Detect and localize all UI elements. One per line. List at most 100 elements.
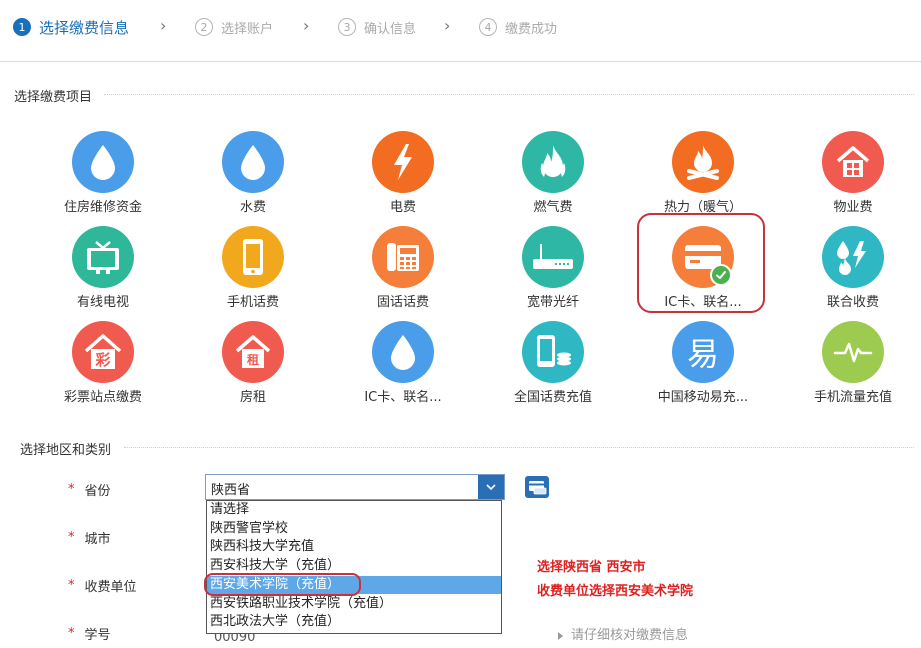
yi-icon[interactable]: 易: [672, 321, 734, 383]
chevron-down-icon[interactable]: [478, 475, 504, 499]
step-2: 2 选择账户: [195, 17, 273, 37]
fee-item[interactable]: 彩彩票站点缴费: [28, 321, 178, 411]
rent-house-icon[interactable]: 租: [222, 321, 284, 383]
step-3-number: 3: [338, 18, 356, 36]
chevron-right-icon: ›: [160, 16, 167, 35]
router-icon[interactable]: [522, 226, 584, 288]
step-1-label: 选择缴费信息: [39, 18, 130, 37]
fee-item-label: 燃气费: [533, 200, 573, 215]
lottery-house-icon[interactable]: 彩: [72, 321, 134, 383]
province-select-value: 陕西省: [211, 483, 251, 498]
fee-item[interactable]: 手机流量充值: [778, 321, 921, 411]
house-icon[interactable]: [822, 131, 884, 193]
svg-text:租: 租: [247, 353, 259, 367]
fee-item[interactable]: 物业费: [778, 131, 921, 221]
fee-item-label: 电费: [389, 200, 416, 215]
form-row-student-id: * 学号: [68, 623, 111, 643]
annotation-line-1: 选择陕西省 西安市: [537, 560, 646, 575]
combined-fee-icon[interactable]: [822, 226, 884, 288]
fee-item[interactable]: 易中国移动易充...: [628, 321, 778, 411]
dropdown-option[interactable]: 陕西科技大学充值: [207, 538, 501, 557]
province-select[interactable]: 陕西省: [205, 474, 505, 500]
fee-item-label: 彩票站点缴费: [63, 390, 142, 405]
unit-label: 收费单位: [84, 579, 137, 595]
form-row-province: * 省份: [68, 479, 111, 499]
water-drop-icon[interactable]: [372, 321, 434, 383]
fee-item[interactable]: 电费: [328, 131, 478, 221]
form-row-unit: * 收费单位: [68, 575, 137, 595]
required-mark: *: [68, 625, 75, 641]
triangle-right-icon: [558, 631, 563, 640]
fee-item-label: IC卡、联名...: [364, 390, 442, 405]
highlight-ic-card-item: [637, 213, 765, 313]
fee-item[interactable]: 住房维修资金: [28, 131, 178, 221]
check-icon: [710, 264, 732, 286]
fee-item-label: 全国话费充值: [513, 390, 592, 405]
fee-item[interactable]: 有线电视: [28, 226, 178, 316]
required-mark: *: [68, 577, 75, 593]
dropdown-option[interactable]: 陕西警官学校: [207, 520, 501, 539]
step-3: 3 确认信息: [338, 17, 416, 37]
svg-text:彩: 彩: [94, 351, 110, 369]
fee-item[interactable]: 热力（暖气）: [628, 131, 778, 221]
form-row-city: * 城市: [68, 527, 111, 547]
water-drop-icon[interactable]: [222, 131, 284, 193]
fee-item-label: 手机流量充值: [813, 390, 892, 405]
bank-card-icon[interactable]: [525, 476, 549, 498]
step-1-number: 1: [13, 18, 31, 36]
section-title-region: 选择地区和类别: [20, 443, 112, 458]
step-3-label: 确认信息: [364, 21, 417, 37]
fee-item-label: 固话话费: [376, 295, 429, 310]
chevron-right-icon: ›: [444, 16, 451, 35]
phone-coins-icon[interactable]: [522, 321, 584, 383]
fee-item-label: 中国移动易充...: [657, 390, 749, 405]
signal-wave-icon[interactable]: [822, 321, 884, 383]
required-mark: *: [68, 481, 75, 497]
dropdown-option[interactable]: 西安铁路职业技术学院（充值）: [207, 595, 501, 614]
fee-item-label: 物业费: [833, 200, 873, 215]
fee-item-label: 联合收费: [826, 295, 879, 310]
section-divider: [104, 94, 914, 95]
fee-item[interactable]: 燃气费: [478, 131, 628, 221]
fee-item[interactable]: IC卡、联名...: [328, 321, 478, 411]
fee-item[interactable]: 全国话费充值: [478, 321, 628, 411]
fee-item[interactable]: 租房租: [178, 321, 328, 411]
step-4: 4 缴费成功: [479, 17, 557, 37]
step-2-label: 选择账户: [221, 21, 274, 37]
dropdown-option[interactable]: 西北政法大学（充值）: [207, 613, 501, 632]
required-mark: *: [68, 529, 75, 545]
verify-hint-text: 请仔细核对缴费信息: [571, 628, 689, 643]
lightning-icon[interactable]: [372, 131, 434, 193]
fee-item-label: 有线电视: [76, 295, 129, 310]
dropdown-option[interactable]: 请选择: [207, 501, 501, 520]
step-progress-bar: 1 选择缴费信息 › 2 选择账户 › 3 确认信息 › 4 缴费成功: [0, 0, 921, 62]
tv-icon[interactable]: [72, 226, 134, 288]
student-id-label: 学号: [84, 627, 111, 643]
water-drop-icon[interactable]: [72, 131, 134, 193]
fee-item[interactable]: 手机话费: [178, 226, 328, 316]
annotation-line-2: 收费单位选择西安美术学院: [537, 584, 694, 599]
step-4-number: 4: [479, 18, 497, 36]
step-2-number: 2: [195, 18, 213, 36]
landline-phone-icon[interactable]: [372, 226, 434, 288]
mobile-phone-icon[interactable]: [222, 226, 284, 288]
highlight-selected-option: [204, 573, 361, 596]
fee-item-label: 宽带光纤: [526, 295, 579, 310]
step-1: 1 选择缴费信息: [13, 17, 129, 37]
fee-item[interactable]: 宽带光纤: [478, 226, 628, 316]
section-divider: [124, 447, 914, 448]
fee-item-label: 手机话费: [226, 295, 279, 310]
fee-item[interactable]: 联合收费: [778, 226, 921, 316]
fee-item[interactable]: 固话话费: [328, 226, 478, 316]
unit-dropdown-list[interactable]: 请选择 陕西警官学校 陕西科技大学充值 西安科技大学（充值） 西安美术学院（充值） 西安铁…: [206, 500, 502, 634]
province-label: 省份: [84, 483, 111, 499]
chevron-right-icon: ›: [303, 16, 310, 35]
fee-item-label: 房租: [239, 390, 266, 405]
city-label: 城市: [84, 531, 111, 547]
step-4-label: 缴费成功: [505, 21, 558, 37]
flame-icon[interactable]: [522, 131, 584, 193]
section-title-items: 选择缴费项目: [14, 90, 93, 105]
fee-item[interactable]: 水费: [178, 131, 328, 221]
fee-item-label: 住房维修资金: [63, 200, 142, 215]
bonfire-icon[interactable]: [672, 131, 734, 193]
